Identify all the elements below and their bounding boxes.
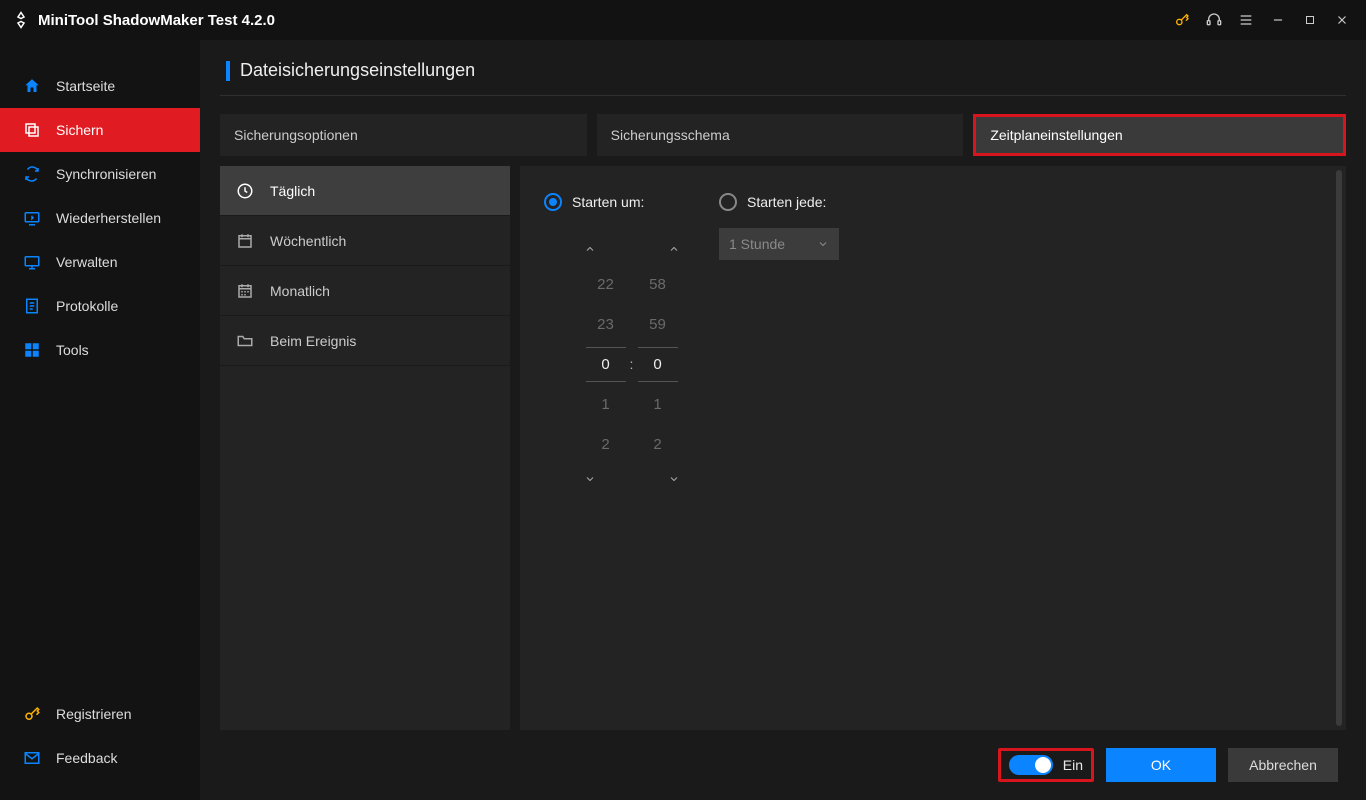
close-button[interactable] <box>1326 4 1358 36</box>
time-spinner: 2258 2359 0:0 11 22 <box>544 234 719 494</box>
chevron-down-icon <box>817 238 829 250</box>
schedule-mode-on-event[interactable]: Beim Ereignis <box>220 316 510 366</box>
license-key-icon[interactable] <box>1166 4 1198 36</box>
minute-down-button[interactable] <box>654 464 694 494</box>
schedule-mode-daily[interactable]: Täglich <box>220 166 510 216</box>
scrollbar[interactable] <box>1336 170 1342 726</box>
sidebar-item-label: Wiederherstellen <box>56 210 161 226</box>
app-title: MiniTool ShadowMaker Test 4.2.0 <box>38 12 275 29</box>
minute-value[interactable]: 0 <box>638 347 678 382</box>
sidebar-item-label: Tools <box>56 342 89 358</box>
tab-backup-options[interactable]: Sicherungsoptionen <box>220 114 587 156</box>
sync-icon <box>22 165 42 183</box>
tools-icon <box>22 341 42 359</box>
sidebar-item-label: Protokolle <box>56 298 118 314</box>
sidebar-item-home[interactable]: Startseite <box>0 64 200 108</box>
schedule-mode-monthly[interactable]: Monatlich <box>220 266 510 316</box>
ok-button[interactable]: OK <box>1106 748 1216 782</box>
menu-icon[interactable] <box>1230 4 1262 36</box>
minute-up-button[interactable] <box>654 234 694 264</box>
sidebar-register-label: Registrieren <box>56 706 131 722</box>
page-header: Dateisicherungseinstellungen <box>220 60 1346 96</box>
main-area: Dateisicherungseinstellungen Sicherungso… <box>200 40 1366 800</box>
toggle-label: Ein <box>1063 757 1083 773</box>
support-icon[interactable] <box>1198 4 1230 36</box>
sidebar: Startseite Sichern Synchronisieren Wiede… <box>0 40 200 800</box>
sidebar-item-manage[interactable]: Verwalten <box>0 240 200 284</box>
tab-schedule-settings[interactable]: Zeitplaneinstellungen <box>973 114 1346 156</box>
accent-bar <box>226 61 230 81</box>
titlebar: MiniTool ShadowMaker Test 4.2.0 <box>0 0 1366 40</box>
dialog-footer: Ein OK Abbrechen <box>220 730 1346 800</box>
sidebar-item-label: Startseite <box>56 78 115 94</box>
hour-down-button[interactable] <box>570 464 610 494</box>
folder-icon <box>236 332 254 350</box>
backup-icon <box>22 121 42 139</box>
sidebar-item-tools[interactable]: Tools <box>0 328 200 372</box>
sidebar-item-label: Verwalten <box>56 254 117 270</box>
interval-value: 1 Stunde <box>729 236 785 252</box>
manage-icon <box>22 253 42 271</box>
clock-icon <box>236 182 254 200</box>
sidebar-item-restore[interactable]: Wiederherstellen <box>0 196 200 240</box>
home-icon <box>22 77 42 95</box>
calendar-month-icon <box>236 282 254 300</box>
hour-up-button[interactable] <box>570 234 610 264</box>
sidebar-feedback-label: Feedback <box>56 750 117 766</box>
hour-value[interactable]: 0 <box>586 347 626 382</box>
cancel-button[interactable]: Abbrechen <box>1228 748 1338 782</box>
restore-icon <box>22 209 42 227</box>
app-logo-icon <box>12 11 30 29</box>
schedule-enable-toggle[interactable] <box>1009 755 1053 775</box>
maximize-button[interactable] <box>1294 4 1326 36</box>
mail-icon <box>22 749 42 767</box>
minimize-button[interactable] <box>1262 4 1294 36</box>
page-title: Dateisicherungseinstellungen <box>240 60 475 81</box>
tab-backup-scheme[interactable]: Sicherungsschema <box>597 114 964 156</box>
radio-start-every-label: Starten jede: <box>747 194 826 210</box>
radio-start-every[interactable] <box>719 193 737 211</box>
calendar-week-icon <box>236 232 254 250</box>
sidebar-item-backup[interactable]: Sichern <box>0 108 200 152</box>
radio-start-at-label: Starten um: <box>572 194 644 210</box>
logs-icon <box>22 297 42 315</box>
sidebar-item-sync[interactable]: Synchronisieren <box>0 152 200 196</box>
sidebar-item-logs[interactable]: Protokolle <box>0 284 200 328</box>
schedule-enable-toggle-wrap: Ein <box>998 748 1094 782</box>
sidebar-item-label: Sichern <box>56 122 103 138</box>
sidebar-item-label: Synchronisieren <box>56 166 156 182</box>
radio-start-at[interactable] <box>544 193 562 211</box>
schedule-mode-list: Täglich Wöchentlich Monatlich Beim Ereig… <box>220 166 510 730</box>
schedule-detail-panel: Starten um: 2258 2359 0:0 11 22 <box>520 166 1346 730</box>
interval-select: 1 Stunde <box>719 228 839 260</box>
sidebar-feedback[interactable]: Feedback <box>0 736 200 780</box>
key-icon <box>22 705 42 723</box>
schedule-mode-weekly[interactable]: Wöchentlich <box>220 216 510 266</box>
sidebar-register[interactable]: Registrieren <box>0 692 200 736</box>
